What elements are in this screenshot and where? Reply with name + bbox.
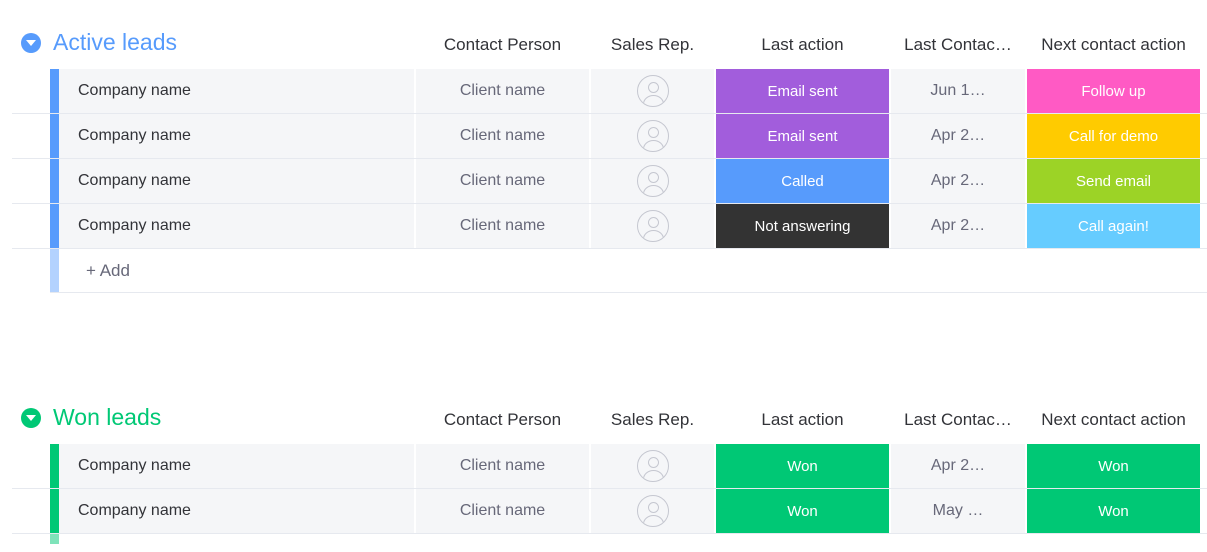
last-contacted-date-cell[interactable]: Apr 2… (891, 114, 1025, 158)
contact-person-cell[interactable]: Client name (416, 159, 589, 203)
sales-rep-cell[interactable] (591, 444, 714, 488)
next-action-status[interactable]: Won (1027, 489, 1200, 533)
row-color-bar (50, 534, 59, 544)
last-contacted-date-cell[interactable]: Apr 2… (891, 444, 1025, 488)
row-color-bar (50, 204, 59, 248)
row-color-bar (50, 249, 59, 293)
add-item-input[interactable]: + Add (86, 261, 130, 281)
collapse-group-icon[interactable] (21, 408, 41, 428)
table-row[interactable]: Company name Client name Email sent Apr … (0, 114, 1207, 159)
contact-person-cell[interactable]: Client name (416, 114, 589, 158)
person-avatar-icon (636, 210, 669, 242)
sales-rep-cell[interactable] (591, 114, 714, 158)
person-avatar-icon (636, 495, 669, 527)
row-color-bar (50, 444, 59, 488)
row-divider (12, 533, 1207, 534)
column-header-contact[interactable]: Contact Person (416, 33, 589, 57)
row-color-bar (50, 489, 59, 533)
column-header-sales-rep[interactable]: Sales Rep. (591, 33, 714, 57)
sales-rep-cell[interactable] (591, 159, 714, 203)
contact-person-cell[interactable]: Client name (416, 444, 589, 488)
add-item-row[interactable]: + Add (0, 249, 1207, 293)
sales-rep-cell[interactable] (591, 204, 714, 248)
item-name-cell[interactable]: Company name (59, 489, 414, 533)
item-name-cell[interactable]: Company name (59, 114, 414, 158)
column-header-last-action[interactable]: Last action (716, 408, 889, 432)
last-action-status[interactable]: Email sent (716, 114, 889, 158)
column-header-sales-rep[interactable]: Sales Rep. (591, 408, 714, 432)
last-contacted-date-cell[interactable]: May … (891, 489, 1025, 533)
item-name-cell[interactable]: Company name (59, 204, 414, 248)
collapse-group-icon[interactable] (21, 33, 41, 53)
last-action-status[interactable]: Won (716, 444, 889, 488)
group-title[interactable]: Active leads (53, 27, 177, 57)
column-header-last-action[interactable]: Last action (716, 33, 889, 57)
row-divider (50, 292, 1207, 293)
contact-person-cell[interactable]: Client name (416, 69, 589, 113)
column-header-contact[interactable]: Contact Person (416, 408, 589, 432)
next-action-status[interactable]: Call again! (1027, 204, 1200, 248)
item-name-cell[interactable]: Company name (59, 444, 414, 488)
next-action-status[interactable]: Call for demo (1027, 114, 1200, 158)
person-avatar-icon (636, 450, 669, 482)
group-rows: Company name Client name Won Apr 2… Won … (0, 444, 1207, 534)
person-avatar-icon (636, 75, 669, 107)
column-header-last-contacted[interactable]: Last Contac… (891, 408, 1025, 432)
sales-rep-cell[interactable] (591, 69, 714, 113)
person-avatar-icon (636, 165, 669, 197)
column-header-next-action[interactable]: Next contact action (1027, 33, 1200, 57)
contact-person-cell[interactable]: Client name (416, 204, 589, 248)
table-row[interactable]: Company name Client name Email sent Jun … (0, 69, 1207, 114)
column-header-last-contacted[interactable]: Last Contac… (891, 33, 1025, 57)
next-action-status[interactable]: Send email (1027, 159, 1200, 203)
table-row[interactable]: Company name Client name Won Apr 2… Won (0, 444, 1207, 489)
row-color-bar (50, 159, 59, 203)
group-header: Active leads Contact Person Sales Rep. L… (0, 25, 1207, 65)
group-title[interactable]: Won leads (53, 402, 161, 432)
row-color-bar (50, 69, 59, 113)
last-contacted-date-cell[interactable]: Apr 2… (891, 159, 1025, 203)
group-header: Won leads Contact Person Sales Rep. Last… (0, 400, 1207, 440)
next-action-status[interactable]: Won (1027, 444, 1200, 488)
table-row[interactable]: Company name Client name Called Apr 2… S… (0, 159, 1207, 204)
last-contacted-date-cell[interactable]: Apr 2… (891, 204, 1025, 248)
group-rows: Company name Client name Email sent Jun … (0, 69, 1207, 293)
table-row[interactable]: Company name Client name Not answering A… (0, 204, 1207, 249)
last-action-status[interactable]: Called (716, 159, 889, 203)
item-name-cell[interactable]: Company name (59, 69, 414, 113)
last-action-status[interactable]: Email sent (716, 69, 889, 113)
person-avatar-icon (636, 120, 669, 152)
last-action-status[interactable]: Not answering (716, 204, 889, 248)
sales-rep-cell[interactable] (591, 489, 714, 533)
row-color-bar (50, 114, 59, 158)
last-contacted-date-cell[interactable]: Jun 1… (891, 69, 1025, 113)
table-row[interactable]: Company name Client name Won May … Won (0, 489, 1207, 534)
last-action-status[interactable]: Won (716, 489, 889, 533)
contact-person-cell[interactable]: Client name (416, 489, 589, 533)
next-action-status[interactable]: Follow up (1027, 69, 1200, 113)
item-name-cell[interactable]: Company name (59, 159, 414, 203)
column-header-next-action[interactable]: Next contact action (1027, 408, 1200, 432)
